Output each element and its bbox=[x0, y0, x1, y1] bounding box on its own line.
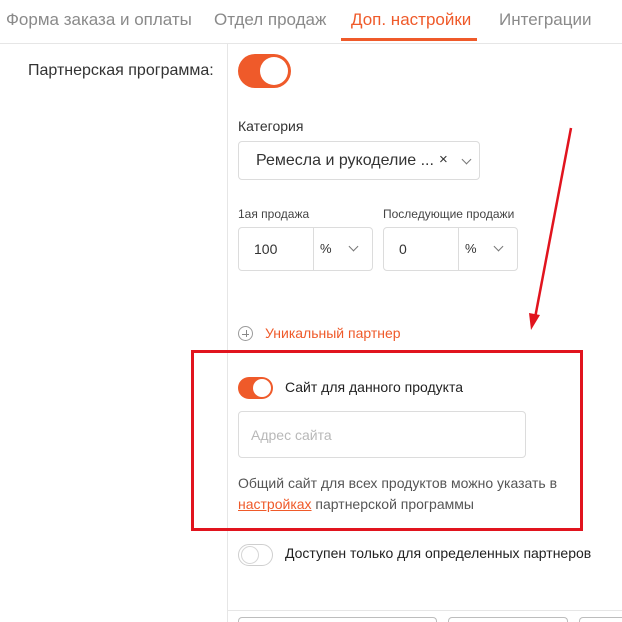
arrow-shaft bbox=[533, 127, 573, 319]
arrow-head bbox=[529, 313, 540, 330]
annotation-arrow bbox=[529, 127, 573, 330]
